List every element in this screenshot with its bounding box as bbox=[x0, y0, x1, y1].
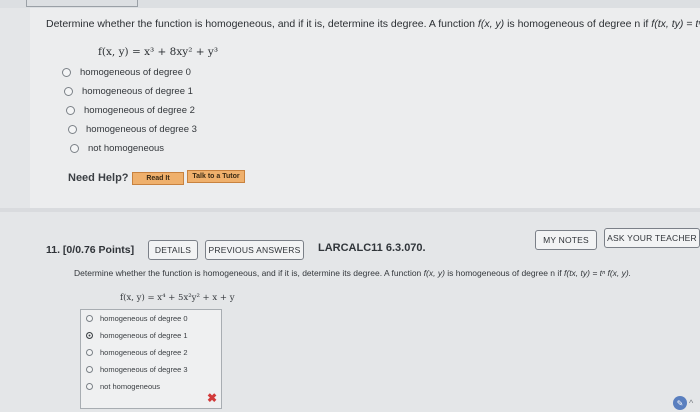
question-number: 11. [0/0.76 Points] bbox=[46, 244, 135, 256]
answer-option-selected[interactable]: homogeneous of degree 1 bbox=[86, 331, 188, 340]
radio-button[interactable] bbox=[86, 366, 93, 373]
radio-button[interactable] bbox=[64, 87, 73, 96]
option-label: homogeneous of degree 3 bbox=[86, 124, 197, 135]
radio-button[interactable] bbox=[66, 106, 75, 115]
answer-option[interactable]: homogeneous of degree 2 bbox=[86, 348, 188, 357]
prompt-function-symbol: f(x, y) bbox=[423, 268, 445, 278]
previous-answers-button[interactable]: PREVIOUS ANSWERS bbox=[205, 240, 304, 260]
radio-button-selected[interactable] bbox=[86, 332, 93, 339]
option-label: homogeneous of degree 1 bbox=[82, 86, 193, 97]
course-code: LARCALC11 6.3.070. bbox=[318, 242, 426, 254]
radio-button[interactable] bbox=[86, 383, 93, 390]
option-label: homogeneous of degree 0 bbox=[80, 67, 191, 78]
radio-button[interactable] bbox=[68, 125, 77, 134]
radio-button[interactable] bbox=[70, 144, 79, 153]
question-prompt: Determine whether the function is homoge… bbox=[46, 18, 700, 30]
option-label: homogeneous of degree 3 bbox=[100, 365, 188, 374]
answer-option[interactable]: homogeneous of degree 0 bbox=[62, 67, 191, 78]
answer-option[interactable]: homogeneous of degree 0 bbox=[86, 314, 188, 323]
scroll-up-icon[interactable]: ^ bbox=[689, 398, 693, 408]
answer-option[interactable]: homogeneous of degree 3 bbox=[68, 124, 197, 135]
details-button[interactable]: DETAILS bbox=[148, 240, 198, 260]
option-label: not homogeneous bbox=[100, 382, 161, 391]
radio-button[interactable] bbox=[86, 349, 93, 356]
radio-button[interactable] bbox=[62, 68, 71, 77]
option-label: homogeneous of degree 2 bbox=[84, 105, 195, 116]
function-expression: f(x, y) = x⁴ + 5x²y² + x + y bbox=[120, 293, 235, 303]
section-divider bbox=[0, 208, 700, 212]
radio-button[interactable] bbox=[86, 315, 93, 322]
answer-option[interactable]: homogeneous of degree 3 bbox=[86, 365, 188, 374]
question-prompt: Determine whether the function is homoge… bbox=[74, 268, 631, 278]
answer-option[interactable]: homogeneous of degree 2 bbox=[66, 105, 195, 116]
prompt-mid: is homogeneous of degree n if bbox=[504, 18, 652, 30]
answer-box bbox=[80, 309, 222, 409]
answer-option[interactable]: not homogeneous bbox=[86, 382, 160, 391]
answer-option[interactable]: homogeneous of degree 1 bbox=[64, 86, 193, 97]
prompt-mid: is homogeneous of degree n if bbox=[444, 268, 564, 278]
prompt-definition: f(tx, ty) = tⁿ f(x, y). bbox=[651, 18, 700, 30]
top-cutoff-strip bbox=[0, 0, 700, 8]
option-label: not homogeneous bbox=[88, 143, 165, 154]
previous-button-outline[interactable] bbox=[26, 0, 138, 7]
prompt-function-symbol: f(x, y) bbox=[477, 18, 505, 30]
option-label: homogeneous of degree 0 bbox=[100, 314, 188, 323]
prompt-definition: f(tx, ty) = tⁿ f(x, y). bbox=[564, 268, 632, 278]
answer-option[interactable]: not homogeneous bbox=[70, 143, 164, 154]
function-expression: f(x, y) = x³ + 8xy² + y³ bbox=[98, 46, 219, 58]
option-label: homogeneous of degree 2 bbox=[100, 348, 188, 357]
read-it-button[interactable]: Read It bbox=[132, 172, 184, 185]
my-notes-button[interactable]: MY NOTES bbox=[535, 230, 597, 250]
incorrect-icon: ✖ bbox=[207, 391, 218, 405]
prompt-lead: Determine whether the function is homoge… bbox=[74, 268, 424, 278]
need-help-label: Need Help? bbox=[68, 172, 129, 184]
pencil-icon[interactable]: ✎ bbox=[673, 396, 687, 410]
option-label: homogeneous of degree 1 bbox=[100, 331, 188, 340]
prompt-lead: Determine whether the function is homoge… bbox=[46, 18, 478, 30]
talk-to-tutor-button[interactable]: Talk to a Tutor bbox=[187, 170, 245, 183]
ask-your-teacher-button[interactable]: ASK YOUR TEACHER bbox=[604, 228, 700, 248]
